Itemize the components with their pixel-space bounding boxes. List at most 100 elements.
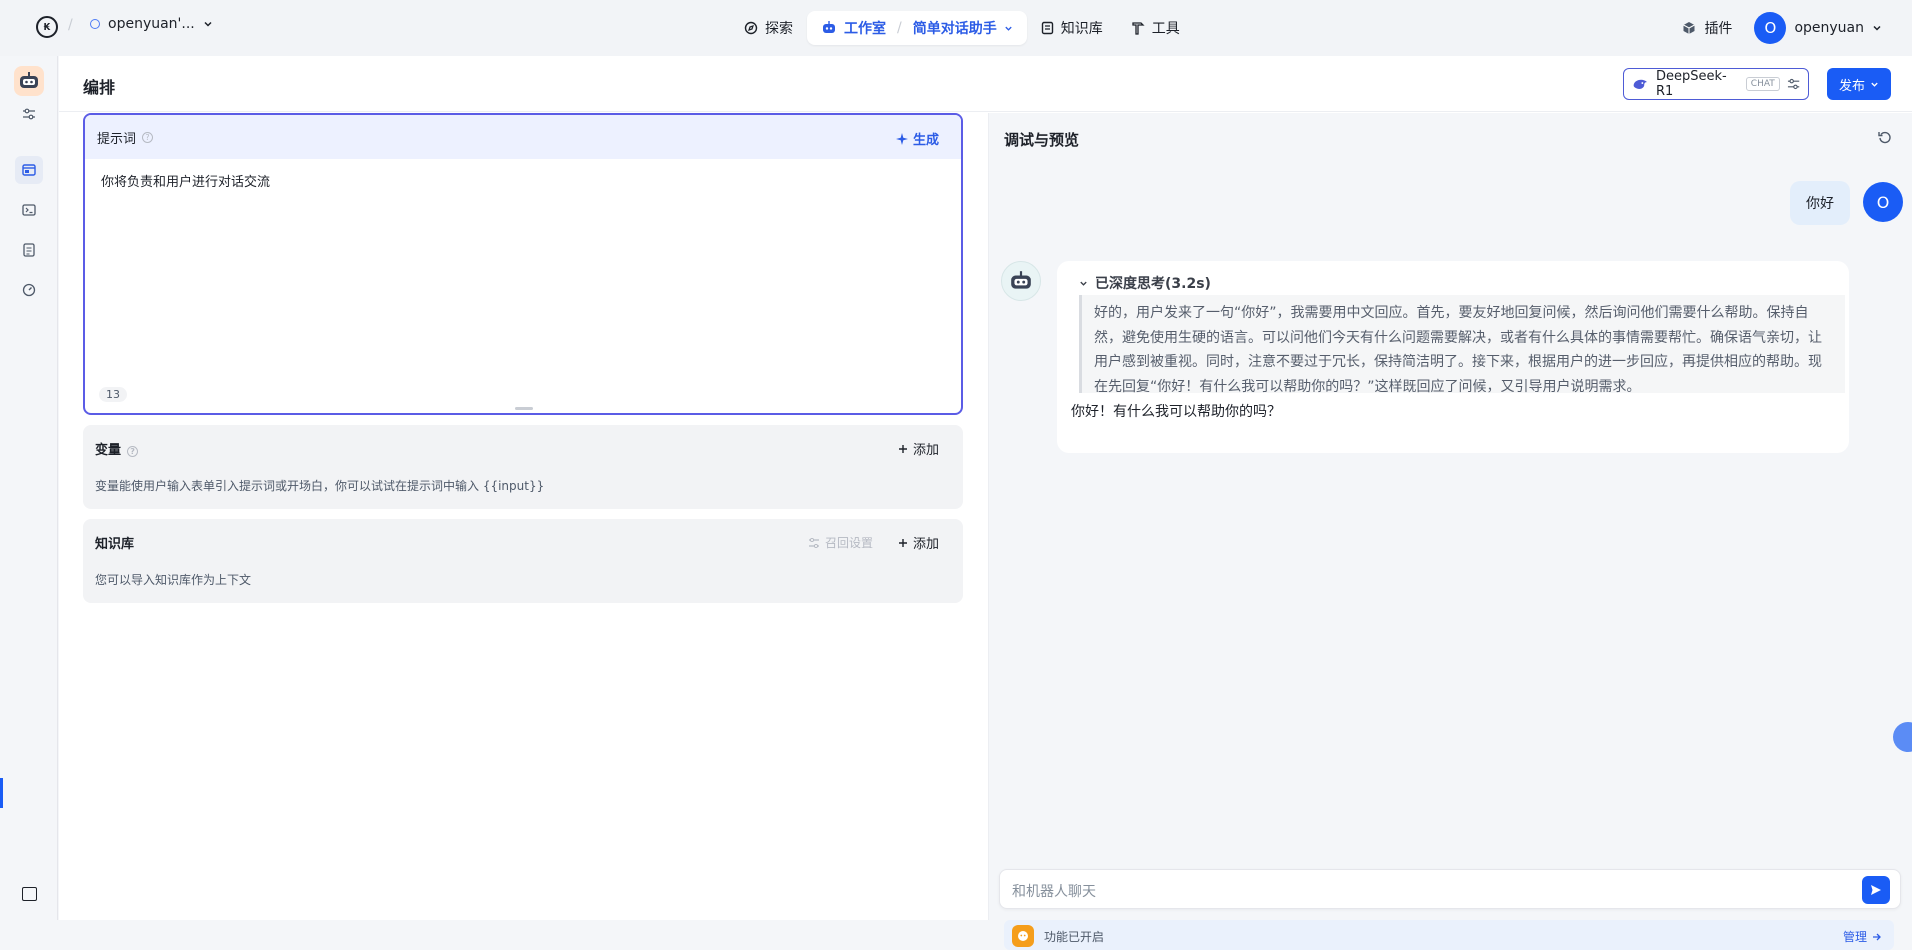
model-selector[interactable]: DeepSeek-R1 CHAT	[1623, 68, 1809, 100]
prompt-editor: 提示词 ? 生成 你将负责和用户进行对话交流 13	[83, 113, 963, 415]
chevron-down-icon	[1005, 26, 1012, 31]
refresh-icon[interactable]	[1878, 131, 1892, 145]
resize-handle[interactable]	[515, 407, 533, 410]
settings-sliders-icon[interactable]	[1787, 78, 1800, 90]
thinking-label: 已深度思考(3.2s)	[1095, 276, 1211, 292]
sliders-icon[interactable]	[15, 100, 43, 128]
compass-icon	[744, 21, 758, 35]
add-knowledge-button[interactable]: 添加	[898, 533, 939, 552]
recall-label: 召回设置	[824, 536, 873, 550]
workspace-name: openyuan'...	[108, 16, 195, 32]
publish-label: 发布	[1838, 78, 1865, 94]
prompt-textarea[interactable]: 你将负责和用户进行对话交流	[85, 159, 961, 202]
nav-explore-label: 探索	[765, 21, 793, 37]
help-icon[interactable]: ?	[127, 446, 139, 457]
nav-explore[interactable]: 探索	[730, 11, 807, 45]
top-bar: ₭ / openyuan'... 探索 工作室 / 简单对话助手 知识库 工具	[0, 0, 1912, 56]
hammer-icon	[1132, 22, 1145, 35]
robot-icon	[823, 21, 835, 33]
nav-knowledge[interactable]: 知识库	[1027, 11, 1117, 45]
gauge-icon[interactable]	[15, 276, 43, 304]
model-tag: CHAT	[1745, 77, 1780, 91]
prompt-title: 提示词	[97, 131, 137, 147]
user-avatar: O	[1863, 182, 1903, 222]
workspace-icon	[90, 19, 100, 29]
chevron-down-icon	[204, 21, 212, 27]
add-variable-button[interactable]: 添加	[898, 439, 939, 458]
knowledge-card: 知识库 召回设置 添加 您可以导入知识库作为上下文	[83, 519, 963, 603]
layout-icon[interactable]	[15, 156, 43, 184]
chat-input[interactable]: 和机器人聊天	[999, 869, 1901, 909]
top-right: 插件 O openyuan	[1682, 12, 1882, 44]
nav-studio[interactable]: 工作室 / 简单对话助手	[807, 11, 1027, 45]
variables-title: 变量?	[95, 439, 139, 458]
deepseek-icon	[1633, 79, 1648, 89]
manage-label: 管理	[1842, 930, 1867, 944]
send-icon	[1871, 885, 1881, 895]
nav-tools-label: 工具	[1151, 21, 1180, 37]
knowledge-description: 您可以导入知识库作为上下文	[95, 573, 252, 587]
document-icon[interactable]	[15, 236, 43, 264]
book-icon	[1041, 21, 1053, 35]
variables-description: 变量能使用户输入表单引入提示词或开场白，你可以试试在提示词中输入 {{input…	[95, 479, 545, 493]
char-count: 13	[99, 387, 127, 402]
prompt-header: 提示词 ?	[85, 115, 961, 159]
model-name: DeepSeek-R1	[1655, 69, 1727, 99]
avatar: O	[1754, 12, 1787, 44]
thinking-toggle[interactable]: 已深度思考(3.2s)	[1079, 273, 1211, 293]
nav-tools[interactable]: 工具	[1117, 11, 1194, 45]
bot-answer: 你好！有什么我可以帮助你的吗？	[1071, 404, 1281, 420]
user-name: openyuan	[1794, 20, 1864, 36]
active-indicator	[0, 778, 3, 808]
user-menu[interactable]: O openyuan	[1754, 12, 1882, 44]
chevron-down-icon	[1080, 281, 1087, 286]
publish-button[interactable]: 发布	[1827, 68, 1891, 100]
nav-studio-label: 工作室	[844, 21, 886, 37]
knowledge-title: 知识库	[95, 537, 135, 552]
main-area: 编排 DeepSeek-R1 CHAT 发布 提示词 ? 生成 你将负责和用户进…	[59, 56, 1912, 950]
chevron-down-icon	[1871, 82, 1878, 87]
thinking-content: 好的，用户发来了一句“你好”，我需要用中文回应。首先，要友好地回复问候，然后询问…	[1079, 295, 1845, 395]
workspace-switcher[interactable]: openyuan'...	[90, 16, 213, 32]
plus-icon	[898, 538, 907, 547]
recall-icon	[808, 537, 819, 548]
nav-knowledge-label: 知识库	[1060, 21, 1103, 37]
feature-icon	[1012, 925, 1034, 947]
add-variable-label: 添加	[912, 443, 939, 458]
nav-app-label[interactable]: 简单对话助手	[913, 18, 997, 38]
generate-button[interactable]: 生成	[895, 129, 939, 148]
page-title: 编排	[83, 78, 116, 97]
user-message: 你好	[1790, 181, 1850, 225]
chat-placeholder: 和机器人聊天	[1012, 884, 1096, 900]
debug-preview-panel: 调试与预览 你好 O 已深度思考(3.2s) 好的，用户发来了一句“你好”，我需…	[989, 113, 1912, 950]
plugin-button[interactable]: 插件	[1682, 18, 1732, 38]
app-bot-icon[interactable]	[14, 66, 44, 96]
terminal-icon[interactable]	[15, 196, 43, 224]
main-nav: 探索 工作室 / 简单对话助手 知识库 工具	[730, 11, 1194, 45]
left-rail	[0, 56, 58, 920]
arrow-right-icon	[1873, 933, 1881, 940]
add-knowledge-label: 添加	[912, 537, 939, 552]
page-header: 编排 DeepSeek-R1 CHAT 发布	[59, 56, 1912, 112]
feature-label: 功能已开启	[1044, 930, 1105, 944]
recall-settings-button[interactable]: 召回设置	[808, 534, 873, 551]
nav-separator: /	[897, 20, 902, 36]
bot-avatar	[1001, 261, 1041, 301]
panel-toggle-icon[interactable]	[22, 887, 37, 901]
variables-card: 变量? 添加 变量能使用户输入表单引入提示词或开场白，你可以试试在提示词中输入 …	[83, 425, 963, 509]
variables-title-text: 变量	[95, 443, 122, 458]
debug-title: 调试与预览	[1004, 131, 1080, 149]
send-button[interactable]	[1862, 876, 1890, 904]
feature-bar: 功能已开启 管理	[1004, 920, 1894, 950]
plus-icon	[898, 444, 907, 453]
plugin-label: 插件	[1704, 21, 1733, 37]
bot-message: 已深度思考(3.2s) 好的，用户发来了一句“你好”，我需要用中文回应。首先，要…	[1057, 261, 1849, 453]
manage-button[interactable]: 管理	[1843, 928, 1882, 945]
app-logo[interactable]: ₭	[36, 16, 58, 38]
chevron-down-icon	[1873, 25, 1881, 31]
generate-label: 生成	[912, 133, 939, 148]
breadcrumb-separator: /	[68, 17, 73, 33]
help-icon[interactable]: ?	[142, 131, 154, 143]
sparkle-icon	[895, 132, 908, 145]
cube-icon	[1683, 22, 1696, 34]
